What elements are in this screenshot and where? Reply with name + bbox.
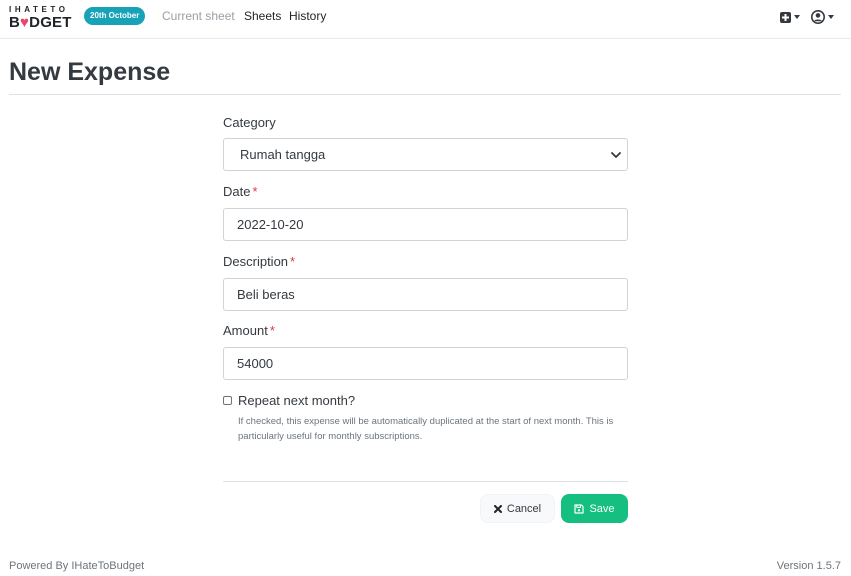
cancel-label: Cancel	[506, 502, 542, 515]
save-label: Save	[589, 502, 615, 515]
top-navbar: IHATETO B♥DGET 20th October Current shee…	[0, 0, 851, 39]
required-mark: *	[290, 254, 296, 269]
date-label: Date *	[223, 184, 258, 199]
user-menu-toggle[interactable]	[811, 9, 834, 25]
nav-current-sheet[interactable]: Current sheet	[162, 9, 235, 23]
repeat-label[interactable]: Repeat next month?	[238, 393, 355, 408]
add-menu-toggle[interactable]	[780, 9, 800, 25]
close-icon	[493, 504, 502, 513]
amount-label: Amount *	[223, 323, 275, 338]
category-value: Rumah tangga	[240, 147, 326, 162]
brand-logo[interactable]: IHATETO B♥DGET	[9, 5, 73, 31]
date-badge: 20th October	[84, 7, 146, 25]
category-label: Category	[223, 115, 276, 130]
title-divider	[9, 94, 841, 95]
nav-sheets[interactable]: Sheets	[244, 9, 281, 23]
description-label: Description *	[223, 254, 296, 269]
logo-top-text: IHATETO	[9, 5, 69, 14]
nav-history[interactable]: History	[289, 9, 326, 23]
repeat-help-text: If checked, this expense will be automat…	[238, 416, 614, 442]
page-title: New Expense	[9, 58, 171, 86]
footer-version: Version 1.5.7	[776, 560, 841, 572]
cancel-button[interactable]: Cancel	[480, 494, 555, 523]
save-button[interactable]: Save	[561, 494, 628, 523]
chevron-down-icon	[828, 15, 834, 19]
form-divider	[223, 481, 628, 482]
chevron-down-icon	[794, 15, 800, 19]
logo-bottom-text: B♥DGET	[9, 14, 72, 31]
logo-letter-b: B	[9, 14, 21, 31]
logo-rest: DGET	[29, 14, 72, 31]
amount-input[interactable]: 54000	[223, 347, 628, 380]
plus-square-icon	[780, 11, 791, 23]
chevron-down-icon	[611, 152, 621, 158]
description-input[interactable]: Beli beras	[223, 278, 628, 311]
user-circle-icon	[811, 10, 825, 24]
date-input[interactable]: 2022-10-20	[223, 208, 628, 241]
footer-powered-by[interactable]: Powered By IHateToBudget	[9, 560, 144, 572]
required-mark: *	[269, 323, 275, 338]
category-select[interactable]: Rumah tangga	[223, 138, 628, 171]
floppy-disk-icon	[574, 503, 585, 514]
repeat-checkbox[interactable]	[223, 396, 232, 405]
required-mark: *	[252, 184, 258, 199]
heart-icon: ♥	[20, 14, 30, 31]
